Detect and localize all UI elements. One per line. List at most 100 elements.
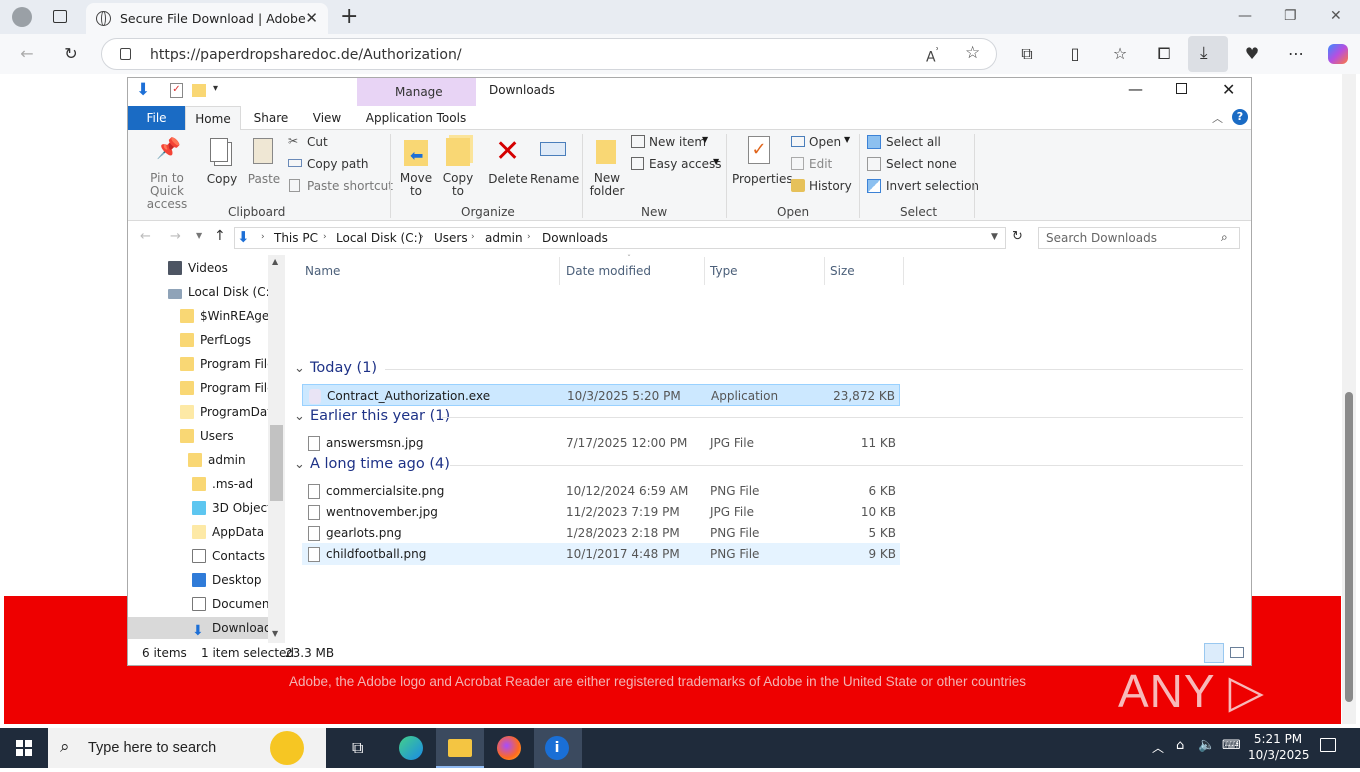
qat-dropdown-icon[interactable]: ▾: [213, 83, 218, 94]
file-row[interactable]: commercialsite.png 10/12/2024 6:59 AM PNG …: [302, 480, 900, 502]
tab-home[interactable]: Home: [185, 106, 241, 130]
navigation-pane-scrollbar[interactable]: ▲ ▼: [268, 255, 285, 643]
profile-icon[interactable]: [12, 7, 32, 27]
show-hidden-icons-icon[interactable]: ︿: [1152, 739, 1164, 756]
breadcrumb-users[interactable]: Users: [434, 231, 468, 245]
group-collapse-icon[interactable]: ⌄: [294, 361, 305, 376]
tree-item[interactable]: Desktop: [128, 569, 268, 591]
tree-item[interactable]: .ms-ad: [128, 473, 268, 495]
taskbar-search-box[interactable]: ⌕ Type here to search: [48, 728, 326, 768]
tree-item[interactable]: Videos: [128, 257, 268, 279]
group-header[interactable]: Today (1): [310, 360, 377, 376]
move-to-button[interactable]: ⬅ Move to: [396, 134, 436, 200]
help-icon[interactable]: ?: [1232, 109, 1248, 125]
easy-access-button[interactable]: Easy access ▼: [630, 156, 724, 174]
copy-to-button[interactable]: Copy to: [438, 134, 478, 200]
copy-button[interactable]: Copy: [204, 134, 240, 200]
breadcrumb-admin[interactable]: admin: [485, 231, 523, 245]
extensions-icon[interactable]: ⧉: [1017, 44, 1037, 64]
page-scrollbar[interactable]: [1342, 74, 1356, 724]
refresh-icon[interactable]: ↻: [61, 44, 81, 64]
address-dropdown-icon[interactable]: ▼: [991, 232, 998, 242]
file-row[interactable]: Contract_Authorization.exe 10/3/2025 5:20…: [302, 384, 900, 406]
tree-item[interactable]: AppData: [128, 521, 268, 543]
tree-item[interactable]: Documents: [128, 593, 268, 615]
column-header-name[interactable]: Name: [305, 264, 340, 278]
explorer-minimize-icon[interactable]: —: [1128, 80, 1143, 98]
taskbar-app-button[interactable]: i: [534, 728, 582, 768]
tree-item[interactable]: ProgramData: [128, 401, 268, 423]
more-menu-icon[interactable]: ⋯: [1286, 44, 1306, 64]
edit-button[interactable]: Edit: [790, 156, 850, 174]
read-aloud-icon[interactable]: Aʾ: [926, 45, 939, 66]
tree-item[interactable]: Contacts: [128, 545, 268, 567]
tree-item[interactable]: Program Files (x86): [128, 377, 268, 399]
tree-item[interactable]: $WinREAgent: [128, 305, 268, 327]
navigation-pane-scrollbar-thumb[interactable]: [270, 425, 283, 501]
favorite-star-icon[interactable]: ☆: [965, 43, 980, 63]
volume-icon[interactable]: 🔈: [1198, 737, 1215, 753]
column-separator[interactable]: [559, 257, 560, 285]
close-window-icon[interactable]: ✕: [1330, 8, 1342, 24]
nav-back-icon[interactable]: ←: [140, 229, 151, 244]
group-collapse-icon[interactable]: ⌄: [294, 409, 305, 424]
performance-icon[interactable]: ♥: [1242, 44, 1262, 64]
search-downloads-input[interactable]: Search Downloads ⌕: [1038, 227, 1240, 249]
explorer-close-icon[interactable]: ✕: [1222, 80, 1235, 99]
group-header[interactable]: Earlier this year (1): [310, 408, 450, 424]
page-scrollbar-thumb[interactable]: [1345, 392, 1353, 702]
properties-small-icon[interactable]: ✓: [170, 83, 183, 98]
tab-share[interactable]: Share: [246, 106, 296, 130]
favorites-icon[interactable]: ☆: [1110, 44, 1130, 64]
copilot-icon[interactable]: [1328, 44, 1348, 64]
tab-close-icon[interactable]: ✕: [305, 9, 318, 27]
file-row[interactable]: answersmsn.jpg 7/17/2025 12:00 PM JPG File…: [302, 432, 900, 454]
nav-up-icon[interactable]: ↑: [214, 228, 226, 244]
invert-selection-button[interactable]: Invert selection: [866, 178, 979, 196]
breadcrumb[interactable]: ⬇ › This PC › Local Disk (C:) › Users › …: [234, 227, 1006, 249]
column-separator[interactable]: [824, 257, 825, 285]
large-icons-view-icon[interactable]: [1230, 647, 1244, 658]
open-button[interactable]: Open ▼: [790, 134, 854, 152]
file-row[interactable]: wentnovember.jpg 11/2/2023 7:19 PM JPG Fil…: [302, 501, 900, 523]
new-item-button[interactable]: New item ▼: [630, 134, 720, 152]
tree-item[interactable]: 3D Objects: [128, 497, 268, 519]
column-header-type[interactable]: Type: [710, 264, 738, 278]
tree-item[interactable]: ⬇ Downloads: [128, 617, 268, 639]
details-view-icon[interactable]: [1204, 643, 1224, 663]
collections-icon[interactable]: ⧠: [1154, 44, 1174, 64]
minimize-icon[interactable]: —: [1238, 8, 1252, 24]
explorer-maximize-icon[interactable]: [1176, 83, 1187, 94]
paste-button[interactable]: Paste: [246, 134, 282, 200]
group-collapse-icon[interactable]: ⌄: [294, 457, 305, 472]
nav-recent-icon[interactable]: ▼: [196, 231, 202, 240]
tab-actions-icon[interactable]: [53, 10, 67, 23]
breadcrumb-this-pc[interactable]: This PC: [274, 231, 318, 245]
tab-application-tools[interactable]: Application Tools: [360, 106, 472, 130]
nav-forward-icon[interactable]: →: [170, 229, 181, 244]
select-all-button[interactable]: Select all: [866, 134, 946, 152]
file-row[interactable]: childfootball.png 10/1/2017 4:48 PM PNG Fi…: [302, 543, 900, 565]
tab-active[interactable]: Secure File Download | Adobe ✕: [86, 3, 328, 34]
tree-item[interactable]: Local Disk (C:): [128, 281, 268, 303]
scroll-down-icon[interactable]: ▼: [272, 629, 278, 638]
rename-button[interactable]: Rename: [530, 134, 579, 200]
select-none-button[interactable]: Select none: [866, 156, 957, 174]
new-folder-small-icon[interactable]: [192, 84, 206, 97]
tree-item[interactable]: Users: [128, 425, 268, 447]
language-icon[interactable]: ⌨: [1222, 738, 1241, 753]
new-folder-button[interactable]: New folder: [588, 134, 626, 200]
downloads-button[interactable]: ⤓: [1188, 36, 1228, 72]
file-row[interactable]: gearlots.png 1/28/2023 2:18 PM PNG File 5 K…: [302, 522, 900, 544]
breadcrumb-local-disk[interactable]: Local Disk (C:): [336, 231, 422, 245]
taskbar-firefox-button[interactable]: [485, 728, 533, 768]
tree-item[interactable]: Program Files: [128, 353, 268, 375]
tab-view[interactable]: View: [302, 106, 352, 130]
start-button[interactable]: [0, 728, 48, 768]
column-separator[interactable]: [704, 257, 705, 285]
new-tab-button[interactable]: +: [340, 4, 358, 29]
column-header-date[interactable]: Date modified: [566, 264, 651, 278]
back-icon[interactable]: ←: [17, 44, 37, 64]
column-header-size[interactable]: Size: [830, 264, 855, 278]
taskbar-file-explorer-button[interactable]: [436, 728, 484, 768]
